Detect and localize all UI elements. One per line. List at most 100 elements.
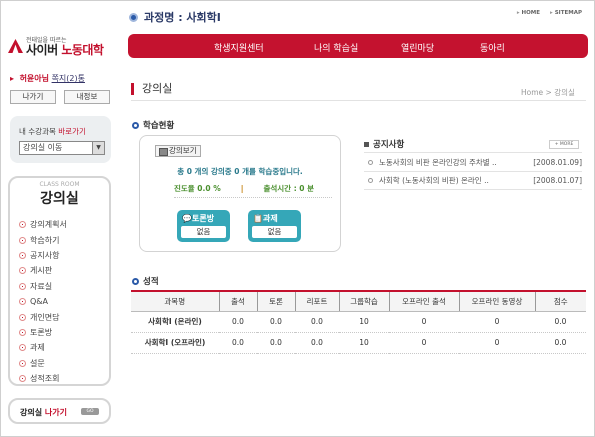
progress-info: 진도율 0.0 % | 출석시간 : 0 분 xyxy=(174,184,315,193)
sidebar-item[interactable]: 게시판 xyxy=(19,263,67,278)
grade-cell: 0.0 xyxy=(257,332,295,354)
sidebar-item-label: 자료실 xyxy=(30,281,53,291)
user-name: 허윤아님 xyxy=(19,74,50,83)
home-link[interactable]: HOME xyxy=(517,10,541,16)
grades-table: 과목명 출석 토론 리포트 그룹학습 오프라인 출석 오프라인 동영상 점수 사회학I (온라… xyxy=(131,290,586,354)
study-status-heading: 학습현황 xyxy=(132,119,174,131)
sidebar-item-label: 개인면담 xyxy=(30,312,60,322)
exit-classroom-label: 강의실 나가기 xyxy=(20,408,67,417)
sidebar-item[interactable]: 자료실 xyxy=(19,279,67,294)
sidebar-item[interactable]: 토론방 xyxy=(19,325,67,340)
sidebar-item[interactable]: 강의계획서 xyxy=(19,217,67,232)
grade-cell: 10 xyxy=(339,311,389,333)
notice-date: [2008.01.07] xyxy=(533,176,582,185)
circle-bullet-icon xyxy=(19,359,26,367)
circle-bullet-icon xyxy=(19,328,26,336)
assignment-value: 없음 xyxy=(252,226,297,238)
notice-heading: 공지사항 xyxy=(364,138,404,150)
discussion-label: 💬토론방 xyxy=(182,214,215,223)
grade-cell: 0.0 xyxy=(535,332,586,354)
circle-bullet-icon xyxy=(19,375,26,383)
grade-subject: 사회학I (온라인) xyxy=(131,311,219,333)
sidebar-item[interactable]: 과제 xyxy=(19,340,67,355)
sidebar-item-label: 게시판 xyxy=(30,266,53,276)
sidebar-item[interactable]: 개인면담 xyxy=(19,309,67,324)
sitemap-link[interactable]: SITEMAP xyxy=(550,10,582,16)
sidebar-item-label: 과제 xyxy=(30,343,45,353)
sidebar-item[interactable]: 성적조회 xyxy=(19,371,67,386)
nav-my-study[interactable]: 나의 학습실 xyxy=(314,41,358,54)
dotted-divider xyxy=(174,197,332,198)
grade-column-header: 오프라인 출석 xyxy=(388,290,459,312)
notice-title[interactable]: 노동사회의 비판 온라인강의 주차별 .. xyxy=(379,157,532,168)
grade-cell: 0.0 xyxy=(295,311,339,333)
notice-row[interactable]: 노동사회의 비판 온라인강의 주차별 .. [2008.01.09] xyxy=(364,152,582,171)
assignment-label: 📋과제 xyxy=(253,214,278,223)
circle-bullet-icon xyxy=(19,313,26,321)
grade-cell: 0.0 xyxy=(219,311,257,333)
logout-button[interactable]: 나가기 xyxy=(10,90,56,104)
grade-cell: 0 xyxy=(459,311,535,333)
grade-column-header: 오프라인 동영상 xyxy=(458,290,535,312)
discussion-value: 없음 xyxy=(181,226,226,238)
notice-list: 노동사회의 비판 온라인강의 주차별 .. [2008.01.09] 사회학 (노동… xyxy=(364,152,582,190)
sidebar-item[interactable]: Q&A xyxy=(19,294,67,309)
grade-cell: 0.0 xyxy=(295,332,339,354)
sidebar-item-label: 성적조회 xyxy=(30,374,60,384)
course-select[interactable]: 강의실 이동 ▼ xyxy=(19,141,105,155)
nav-open-forum[interactable]: 열린마당 xyxy=(401,41,434,54)
view-lecture-button[interactable]: 강의보기 xyxy=(155,145,201,157)
circle-bullet-icon xyxy=(19,298,26,306)
message-link[interactable]: 쪽지(2)통 xyxy=(52,74,85,83)
sidebar-item[interactable]: 설문 xyxy=(19,356,67,371)
sidebar-menu: 강의계획서학습하기공지사항게시판자료실 Q&A 개인면담토론방과제설문성적조회 xyxy=(19,217,67,386)
my-info-button[interactable]: 내정보 xyxy=(64,90,110,104)
grade-row: 사회학I (오프라인) 0.0 0.0 0.0 10 0 0 0.0 xyxy=(131,332,586,354)
top-links: HOME SITEMAP xyxy=(517,10,582,16)
logo-mark-icon xyxy=(8,39,23,53)
notice-row[interactable]: 사회학 (노동사회의 비판) 온라인 .. [2008.01.07] xyxy=(364,171,582,190)
quick-course-title: 내 수강과목 바로가기 xyxy=(19,127,86,136)
logo[interactable]: 전태일을 따르는 사이버 노동대학 xyxy=(8,35,118,57)
attendance-time: 출석시간 : 0 분 xyxy=(263,184,315,193)
circle-bullet-icon xyxy=(19,236,26,244)
go-button[interactable]: GO xyxy=(81,408,99,415)
exit-classroom-box[interactable]: 강의실 나가기 GO xyxy=(8,398,111,424)
circle-bullet-icon xyxy=(368,178,373,183)
discussion-card[interactable]: 💬토론방 없음 xyxy=(177,210,230,242)
circle-bullet-icon xyxy=(19,344,26,352)
grade-column-header: 리포트 xyxy=(294,290,339,312)
notice-more-button[interactable]: + MORE xyxy=(549,140,579,149)
sidebar-item[interactable]: 공지사항 xyxy=(19,248,67,263)
assignment-card[interactable]: 📋과제 없음 xyxy=(248,210,301,242)
sidebar-item-label: 토론방 xyxy=(30,327,53,337)
grade-column-header: 과목명 xyxy=(131,290,219,312)
circle-bullet-icon xyxy=(368,159,373,165)
chevron-down-icon[interactable]: ▼ xyxy=(92,142,104,154)
sidebar-title: 강의실 xyxy=(40,191,79,207)
sidebar-item-label: 강의계획서 xyxy=(30,220,67,230)
grade-subject: 사회학I (오프라인) xyxy=(131,332,219,354)
notice-date: [2008.01.09] xyxy=(533,157,582,167)
notice-title[interactable]: 사회학 (노동사회의 비판) 온라인 .. xyxy=(379,175,532,186)
study-status-box: 강의보기 총 0 개의 강의중 0 개를 학습중입니다. 진도율 0.0 % | 출… xyxy=(139,135,341,252)
sidebar-en-title: CLASS ROOM xyxy=(39,181,80,188)
grade-column-header: 점수 xyxy=(534,290,586,312)
sidebar-item[interactable]: 학습하기 xyxy=(19,232,67,247)
sidebar-item-label: Q&A xyxy=(30,297,49,307)
main-nav: 학생지원센터 나의 학습실 열린마당 동아리 xyxy=(128,34,588,58)
grade-cell: 0 xyxy=(389,311,459,333)
circle-bullet-icon xyxy=(19,221,26,229)
page-title: 강의실 xyxy=(131,83,172,95)
sidebar-item-label: 학습하기 xyxy=(30,235,60,245)
section-bullet-icon xyxy=(132,277,139,285)
sidebar-item-label: 설문 xyxy=(30,358,45,368)
grade-cell: 0.0 xyxy=(257,311,295,333)
circle-bullet-icon xyxy=(19,282,26,290)
nav-club[interactable]: 동아리 xyxy=(480,41,505,54)
study-summary: 총 0 개의 강의중 0 개를 학습중입니다. xyxy=(177,167,303,176)
nav-student-support[interactable]: 학생지원센터 xyxy=(214,41,264,54)
course-title: 과정명 : 사회학I xyxy=(129,9,221,25)
grade-column-header: 토론 xyxy=(256,290,295,312)
grade-row: 사회학I (온라인) 0.0 0.0 0.0 10 0 0 0.0 xyxy=(131,311,586,333)
